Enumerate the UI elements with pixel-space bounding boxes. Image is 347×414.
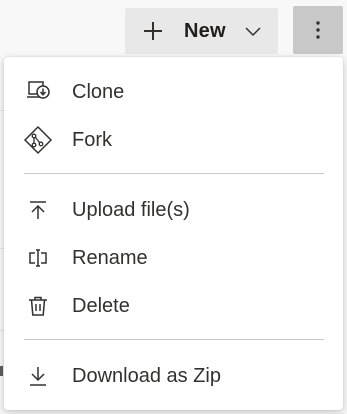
menu-item-label: Delete [72, 294, 130, 317]
menu-item-rename[interactable]: Rename [4, 234, 343, 282]
menu-divider [24, 339, 324, 340]
menu-item-download-zip[interactable]: Download as Zip [4, 352, 343, 400]
trash-icon [23, 291, 53, 321]
more-actions-menu: Clone Fork Upload file(s) Rename Delete … [4, 57, 343, 410]
fork-icon [23, 125, 53, 155]
download-icon [23, 361, 53, 391]
menu-item-fork[interactable]: Fork [4, 116, 343, 164]
vertical-ellipsis-icon [316, 21, 320, 39]
menu-item-label: Clone [72, 80, 125, 103]
background-text-fragment [0, 366, 3, 376]
menu-item-label: Rename [72, 246, 148, 269]
menu-item-upload-files[interactable]: Upload file(s) [4, 186, 343, 234]
upload-icon [23, 195, 53, 225]
menu-item-label: Upload file(s) [72, 198, 190, 221]
new-button-label: New [184, 19, 226, 42]
more-actions-button[interactable] [293, 6, 343, 54]
rename-icon [23, 243, 53, 273]
menu-item-label: Download as Zip [72, 364, 221, 387]
menu-item-clone[interactable]: Clone [4, 68, 343, 116]
clone-icon [23, 77, 53, 107]
menu-item-delete[interactable]: Delete [4, 282, 343, 330]
menu-divider [24, 173, 324, 174]
chevron-down-icon[interactable] [244, 22, 262, 40]
menu-item-label: Fork [72, 128, 112, 151]
plus-icon [144, 22, 162, 40]
new-button[interactable]: New [125, 8, 278, 54]
